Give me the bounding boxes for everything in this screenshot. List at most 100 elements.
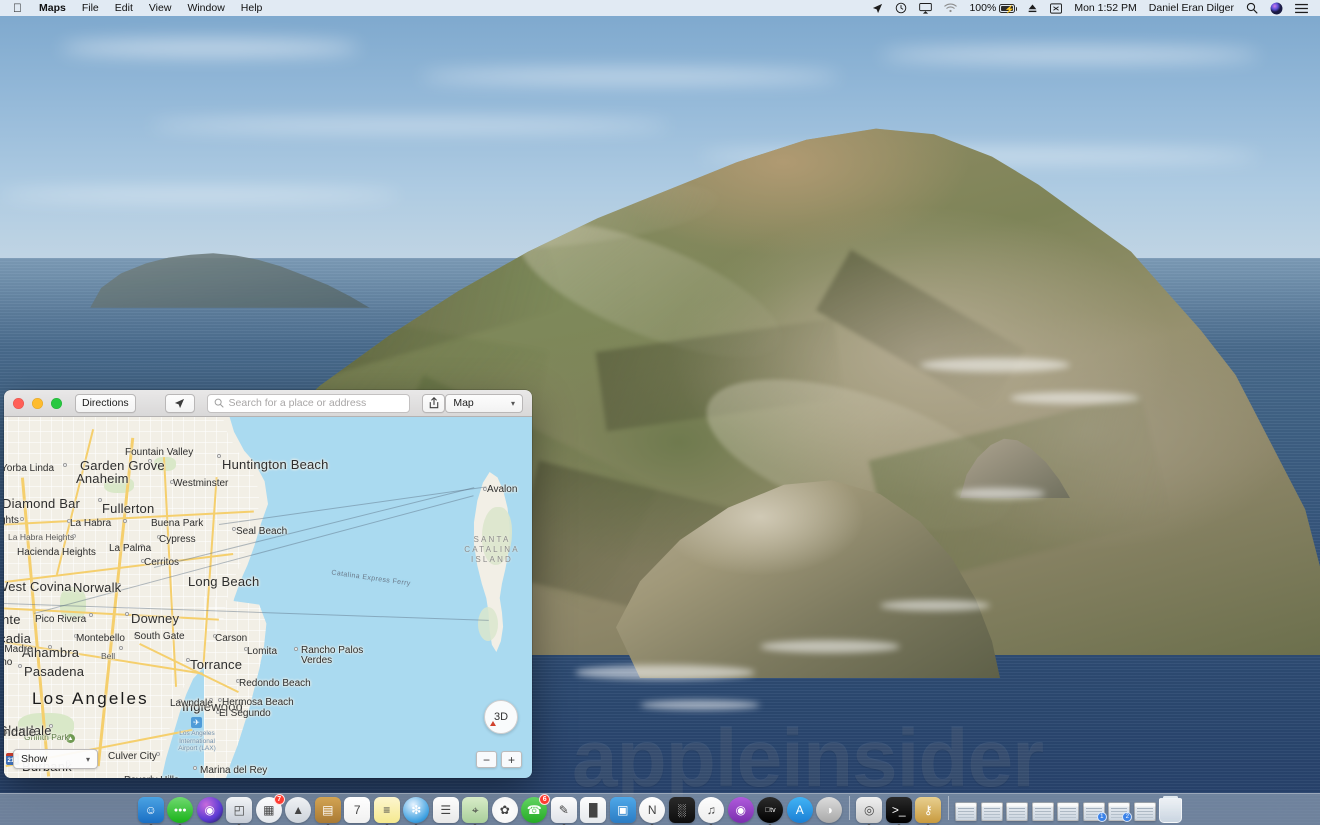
compass-north-needle — [490, 721, 496, 726]
dock-item-siri[interactable]: ◉ — [196, 797, 223, 823]
magnifier-icon — [214, 398, 224, 408]
apple-logo-icon[interactable]:  — [6, 1, 31, 15]
dock-apps: ☺●●●◉◰▦7▲▤7≡❇☰⌖✿☎6✎█▣N░♫◉tvA◑ — [137, 794, 843, 825]
dock-item-disk-utility[interactable]: ◎ — [856, 797, 883, 825]
dock-item-glyph: A — [795, 803, 804, 817]
map-place-label: Downey — [131, 611, 180, 626]
dock-item-glyph: ◑ — [825, 803, 833, 817]
dock-item-numbers[interactable]: █ — [580, 797, 607, 823]
dock-item-stocks[interactable]: ░ — [668, 797, 695, 823]
minimized-window-6[interactable]: 1 — [1082, 802, 1107, 822]
dock-item-glyph: ✎ — [558, 803, 569, 817]
screen-mirroring-icon[interactable] — [1044, 2, 1068, 14]
map-place-label: Long Beach — [188, 574, 260, 589]
dock-item-photos[interactable]: ✿ — [491, 797, 518, 823]
close-button[interactable] — [13, 397, 24, 409]
map-canvas[interactable]: ✈ ◉ ▲ 210 Griffith Park Los Angeles Inte… — [4, 417, 532, 778]
minimized-window-1[interactable] — [955, 802, 978, 821]
zoom-out-button[interactable]: − — [476, 751, 497, 768]
island-name-label: SANTA CATALINA ISLAND — [464, 535, 520, 564]
minimized-window-7[interactable]: 2 — [1108, 802, 1133, 822]
minimized-window-8[interactable] — [1133, 802, 1156, 821]
minimized-window-5[interactable] — [1057, 802, 1080, 821]
menu-item-window[interactable]: Window — [179, 0, 232, 16]
dock-item-podcasts[interactable]: ◉ — [727, 797, 754, 823]
share-button[interactable] — [422, 393, 446, 413]
wifi-icon[interactable] — [938, 3, 963, 13]
dock-item-keychain-access[interactable]: ⚷ — [915, 797, 942, 825]
dock-item-preview[interactable]: ◰ — [226, 797, 253, 825]
map-place-label: Garden Grove — [80, 458, 165, 473]
map-place-label: Pico Rivera — [35, 614, 87, 625]
menubar-clock[interactable]: Mon 1:52 PM — [1068, 0, 1142, 16]
dock-item-glyph: █ — [588, 803, 598, 817]
locate-me-button[interactable] — [164, 393, 195, 413]
dock-item-news[interactable]: N — [639, 797, 666, 825]
map-place-label: Anaheim — [76, 471, 129, 486]
dock-item-maps[interactable]: ⌖ — [462, 797, 489, 825]
maps-window[interactable]: Directions Search for a place or address… — [4, 390, 532, 778]
dock-item-keynote[interactable]: ▣ — [609, 797, 636, 823]
menu-item-edit[interactable]: Edit — [107, 0, 141, 16]
minimized-window-3[interactable] — [1006, 802, 1029, 821]
dock-item-glyph: 7 — [353, 803, 361, 817]
location-arrow-icon[interactable] — [866, 3, 889, 14]
menu-bar-status-area: 100% ⚡ Mon 1:52 PM Daniel Eran Dilger — [866, 0, 1320, 16]
dock-item-safari[interactable]: ❇ — [403, 797, 430, 825]
dock-item-terminal[interactable]: >_ — [885, 797, 912, 825]
dock-badge: 7 — [273, 794, 285, 805]
dock-item-messages[interactable]: ●●● — [167, 797, 194, 825]
map-place-label: Yorba Linda — [4, 463, 55, 474]
cloud — [60, 40, 360, 56]
dock-item-launchpad[interactable]: ▲ — [285, 797, 312, 823]
show-select[interactable]: Show ▾ — [13, 749, 98, 769]
dock-item-pages[interactable]: ✎ — [550, 797, 577, 825]
cloud — [0, 190, 400, 200]
notification-center-icon[interactable] — [1289, 3, 1314, 14]
cloud — [880, 48, 1260, 62]
dock-item-app-store-2[interactable]: A — [786, 797, 813, 823]
dock-item-app-store[interactable]: ▦ 7 — [255, 794, 285, 823]
dock-item-apple-tv[interactable]: tv — [757, 797, 784, 825]
dock-item-facetime[interactable]: ☎ 6 — [521, 794, 551, 823]
dock-item-reminders[interactable]: ☰ — [432, 797, 459, 823]
minimized-window-4[interactable] — [1031, 802, 1054, 821]
zoom-in-button[interactable]: + — [501, 751, 522, 768]
dock-item-contacts[interactable]: ▤ — [314, 797, 341, 825]
menu-item-app[interactable]: Maps — [31, 0, 74, 16]
map-place-label: La Habra — [70, 518, 112, 529]
spotlight-search-icon[interactable] — [1240, 2, 1264, 14]
minimize-button[interactable] — [32, 397, 43, 409]
directions-button[interactable]: Directions — [75, 393, 136, 413]
compass-3d-label: 3D — [493, 711, 509, 723]
cloud — [420, 70, 840, 83]
dock-item-calendar[interactable]: 7 — [344, 797, 371, 823]
menu-item-help[interactable]: Help — [233, 0, 271, 16]
search-field[interactable]: Search for a place or address — [206, 393, 411, 413]
siri-icon[interactable] — [1264, 2, 1289, 15]
map-place-label: Cerritos — [144, 557, 180, 568]
map-place-label: Hacienda Heights — [17, 547, 96, 558]
minimized-window-2[interactable] — [980, 802, 1003, 821]
time-machine-icon[interactable] — [889, 2, 913, 14]
dock-item-music[interactable]: ♫ — [698, 797, 725, 825]
menubar-username[interactable]: Daniel Eran Dilger — [1143, 0, 1240, 16]
maximize-button[interactable] — [51, 397, 62, 409]
trash-icon[interactable] — [1159, 796, 1183, 823]
dock-item-glyph: ▦ — [263, 803, 275, 817]
menu-item-file[interactable]: File — [74, 0, 107, 16]
compass-3d-button[interactable]: 3D — [484, 700, 518, 734]
dock-item-notes[interactable]: ≡ — [373, 797, 400, 825]
map-place-label: La Habra Heights — [8, 532, 75, 542]
map-mode-select[interactable]: Map ▾ — [445, 393, 523, 413]
battery-status[interactable]: 100% ⚡ — [963, 0, 1021, 16]
airplay-icon[interactable] — [913, 2, 938, 14]
menu-item-view[interactable]: View — [141, 0, 180, 16]
dock-item-finder[interactable]: ☺ — [137, 797, 164, 825]
dock-item-glyph: ☎ — [526, 803, 542, 817]
dock-item-safari-tech-preview[interactable]: ◑ — [816, 797, 843, 823]
eject-icon[interactable] — [1021, 3, 1044, 14]
dock-item-glyph: ✿ — [499, 803, 510, 817]
dock-item-glyph: ▲ — [292, 803, 305, 817]
map-place-label: Redondo Beach — [239, 678, 311, 689]
